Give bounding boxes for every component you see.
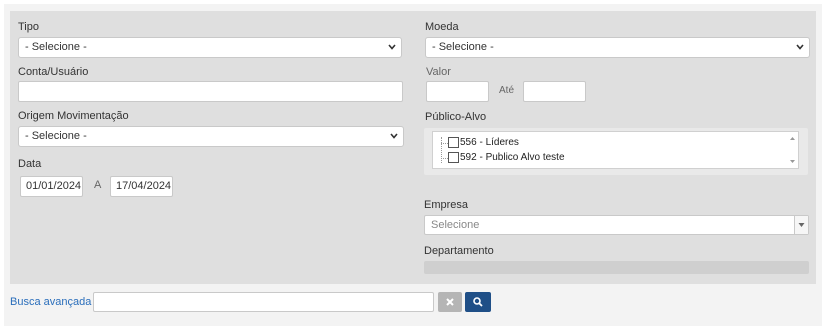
data-separator: A: [94, 179, 102, 191]
advanced-search-link[interactable]: Busca avançada: [10, 296, 100, 308]
moeda-label: Moeda: [425, 21, 459, 33]
tree-connector: [441, 137, 442, 163]
scrollbar[interactable]: [787, 132, 798, 168]
publico-alvo-item-label: 556 - Líderes: [460, 137, 519, 148]
empresa-label: Empresa: [424, 199, 469, 211]
publico-alvo-item-label: 592 - Publico Alvo teste: [460, 152, 565, 163]
advanced-search-label: Busca avançada: [10, 296, 92, 308]
tipo-label: Tipo: [18, 21, 39, 33]
checkbox[interactable]: [448, 152, 459, 163]
conta-usuario-label: Conta/Usuário: [18, 66, 89, 78]
chevron-down-icon[interactable]: [794, 216, 808, 234]
moeda-select[interactable]: - Selecione -: [425, 37, 810, 58]
chevron-down-icon: [387, 41, 397, 53]
scroll-down-icon[interactable]: [789, 158, 796, 165]
publico-alvo-list: 556 - Líderes 592 - Publico Alvo teste: [432, 131, 799, 169]
conta-usuario-input[interactable]: [18, 81, 403, 102]
tipo-select-value: - Selecione -: [25, 41, 87, 53]
data-from-input[interactable]: 01/01/2024: [20, 176, 83, 197]
departamento-field: [424, 261, 809, 274]
valor-from-input[interactable]: [426, 81, 489, 102]
origem-label: Origem Movimentação: [18, 110, 129, 122]
search-button[interactable]: [465, 292, 491, 312]
valor-label: Valor: [426, 66, 451, 78]
publico-alvo-label: Público-Alvo: [425, 111, 487, 123]
scroll-up-icon[interactable]: [789, 135, 796, 142]
data-to-input[interactable]: 17/04/2024: [110, 176, 173, 197]
times-icon: [446, 298, 454, 306]
tree-connector: [441, 143, 448, 144]
empresa-placeholder: Selecione: [431, 219, 480, 231]
checkbox[interactable]: [448, 137, 459, 148]
search-icon: [473, 297, 483, 307]
origem-select[interactable]: - Selecione -: [18, 126, 404, 147]
clear-button[interactable]: [438, 292, 462, 312]
chevron-down-icon: [795, 41, 805, 53]
moeda-select-value: - Selecione -: [432, 41, 494, 53]
departamento-label: Departamento: [424, 245, 494, 257]
search-input[interactable]: [93, 292, 434, 312]
data-label: Data: [18, 158, 42, 170]
valor-to-input[interactable]: [523, 81, 586, 102]
empresa-combobox[interactable]: Selecione: [424, 215, 809, 235]
valor-ate-label: Até: [499, 85, 515, 96]
tree-connector: [441, 158, 448, 159]
chevron-down-icon: [389, 130, 399, 142]
tipo-select[interactable]: - Selecione -: [18, 37, 402, 58]
publico-alvo-tree: 556 - Líderes 592 - Publico Alvo teste: [424, 128, 808, 175]
origem-select-value: - Selecione -: [25, 130, 87, 142]
